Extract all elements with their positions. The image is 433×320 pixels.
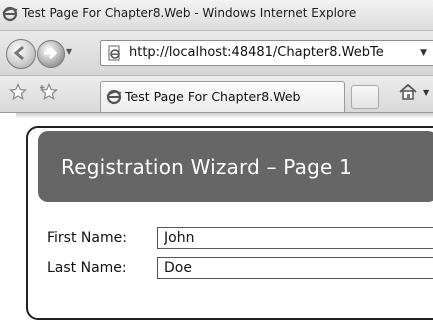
back-arrow-icon (13, 45, 24, 61)
last-name-input[interactable] (157, 257, 433, 279)
tab-label: Test Page For Chapter8.Web (125, 89, 301, 104)
tab-bar: Test Page For Chapter8.Web ▼ (0, 76, 433, 113)
wizard-title: Registration Wizard – Page 1 (61, 155, 352, 179)
content-shadow (16, 113, 433, 119)
tab-active[interactable]: Test Page For Chapter8.Web (100, 81, 345, 112)
forward-button[interactable] (37, 40, 65, 68)
back-button[interactable] (6, 39, 36, 69)
forward-arrow-icon (44, 46, 58, 60)
home-dropdown-icon[interactable]: ▼ (423, 88, 429, 97)
add-favorites-icon[interactable] (40, 83, 58, 101)
history-dropdown-icon[interactable]: ▼ (66, 47, 72, 56)
ie-page-icon (106, 89, 122, 105)
last-name-label: Last Name: (47, 260, 127, 276)
navigation-bar: ▼ http://localhost:48481/Chapter8.WebTe … (0, 31, 433, 76)
home-icon[interactable] (398, 82, 418, 102)
window-title-bar: Test Page For Chapter8.Web - Windows Int… (0, 0, 433, 31)
wizard-header: Registration Wizard – Page 1 (38, 131, 433, 202)
address-url[interactable]: http://localhost:48481/Chapter8.WebTe (129, 45, 384, 60)
window-title: Test Page For Chapter8.Web - Windows Int… (22, 6, 357, 20)
first-name-label: First Name: (47, 230, 127, 246)
new-tab-button[interactable] (351, 85, 379, 109)
ie-logo-icon (2, 6, 18, 22)
address-bar[interactable]: http://localhost:48481/Chapter8.WebTe ▼ (100, 40, 433, 66)
address-dropdown-icon[interactable]: ▼ (420, 48, 427, 58)
first-name-input[interactable] (157, 227, 433, 249)
favorites-star-icon[interactable] (9, 83, 27, 101)
page-icon (108, 45, 120, 61)
